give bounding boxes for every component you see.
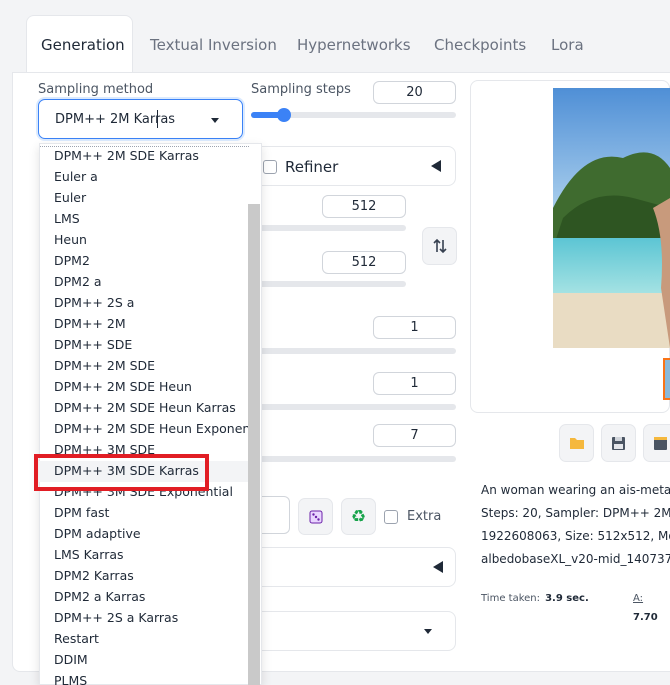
dropdown-option[interactable]: LMS (54, 211, 80, 226)
dropdown-option[interactable]: DPM2 a (54, 274, 102, 289)
generated-image[interactable] (553, 88, 670, 348)
batch-size-slider[interactable] (250, 404, 456, 410)
dropdown-option[interactable]: DPM adaptive (54, 526, 141, 541)
archive-box-icon (654, 436, 667, 450)
dropdown-option[interactable]: DPM++ 2S a Karras (54, 610, 178, 625)
vram-row: A: 7.70 (633, 586, 670, 624)
dropdown-option[interactable]: DPM++ 2M SDE Heun (54, 379, 192, 394)
sampling-method-label: Sampling method (38, 82, 154, 97)
dropdown-option[interactable]: LMS Karras (54, 547, 124, 562)
chevron-down-icon (424, 629, 432, 634)
tab-checkpoints[interactable]: Checkpoints (434, 36, 526, 54)
dropdown-option[interactable]: DPM++ 2M (54, 316, 126, 331)
output-model-text: albedobaseXL_v20-mid_140737- (481, 552, 670, 566)
tab-textual-inversion[interactable]: Textual Inversion (150, 36, 277, 54)
dropdown-options: DPM++ 2M SDE Karras Euler a Euler LMS Heun DP… (39, 143, 248, 685)
dice-icon (309, 510, 322, 523)
refiner-checkbox[interactable] (263, 160, 277, 174)
dropdown-option[interactable]: Euler a (54, 169, 98, 184)
random-seed-button[interactable] (298, 498, 333, 535)
tab-lora[interactable]: Lora (551, 36, 584, 54)
dropdown-option[interactable]: DPM++ 2S a (54, 295, 134, 310)
dropdown-option[interactable]: DPM++ 2M SDE Heun Karras (54, 400, 236, 415)
output-seed-text: 1922608063, Size: 512x512, Mode (481, 529, 670, 543)
batch-count-slider[interactable] (250, 348, 456, 354)
width-slider[interactable] (250, 225, 406, 231)
height-input[interactable]: 512 (322, 251, 406, 274)
save-button[interactable] (601, 424, 636, 462)
beach-photo-icon (553, 88, 670, 348)
time-taken-label: Time taken: (481, 593, 540, 604)
cfg-scale-slider[interactable] (250, 456, 456, 462)
dropdown-option[interactable]: Heun (54, 232, 87, 247)
output-prompt-text: An woman wearing an ais-metal (481, 483, 670, 497)
dropdown-option[interactable]: DPM++ 2M SDE (54, 358, 155, 373)
width-input[interactable]: 512 (322, 195, 406, 218)
time-taken-row: Time taken: 3.9 sec. (481, 586, 589, 605)
dropdown-option[interactable]: DPM fast (54, 505, 109, 520)
dropdown-option[interactable]: DPM++ SDE (54, 337, 132, 352)
dropdown-option[interactable]: DPM2 Karras (54, 568, 134, 583)
sampling-method-select[interactable]: DPM++ 2M Karras (38, 99, 243, 139)
height-slider[interactable] (250, 281, 406, 287)
dropdown-option[interactable]: PLMS (54, 673, 87, 685)
sampling-steps-input[interactable]: 20 (373, 81, 456, 104)
thumbnail[interactable] (663, 358, 670, 400)
sampling-steps-thumb[interactable] (277, 108, 291, 122)
recycle-icon: ♻ (350, 506, 367, 527)
floppy-disk-icon (612, 436, 625, 450)
script-select[interactable] (250, 611, 456, 651)
extra-label: Extra (407, 509, 442, 524)
dropdown-option[interactable]: DPM++ 2M SDE Karras (54, 148, 199, 163)
refiner-label: Refiner (285, 158, 339, 176)
dropdown-option[interactable]: DDIM (54, 652, 88, 667)
cfg-scale-input[interactable]: 7 (373, 424, 456, 447)
highlight-annotation-box (34, 454, 209, 491)
chevron-down-icon (211, 118, 219, 123)
open-folder-button[interactable] (559, 424, 594, 462)
dropdown-option[interactable]: Euler (54, 190, 86, 205)
dropdown-option[interactable]: DPM++ 2M SDE Heun Exponential (54, 421, 248, 436)
dropdown-scrollbar[interactable] (248, 204, 260, 685)
accordion-card[interactable] (250, 547, 456, 587)
refiner-accordion[interactable]: Refiner (250, 146, 456, 186)
collapse-arrow-icon (433, 561, 443, 573)
batch-count-input[interactable]: 1 (373, 316, 456, 339)
collapse-arrow-icon (431, 160, 441, 172)
dropdown-option[interactable]: DPM2 a Karras (54, 589, 145, 604)
time-taken-value: 3.9 sec. (545, 593, 589, 604)
dropdown-option[interactable]: Restart (54, 631, 99, 646)
reuse-seed-button[interactable]: ♻ (341, 498, 376, 535)
output-params-text: Steps: 20, Sampler: DPM++ 2M Ka (481, 506, 670, 520)
swap-vertical-arrows-icon (432, 238, 447, 254)
tab-bar: Generation Textual Inversion Hypernetwor… (0, 0, 670, 73)
text-cursor (157, 110, 158, 128)
zip-button[interactable] (643, 424, 670, 462)
tab-hypernetworks[interactable]: Hypernetworks (297, 36, 411, 54)
tab-generation[interactable]: Generation (41, 36, 125, 54)
sampling-steps-label: Sampling steps (251, 82, 351, 97)
batch-size-input[interactable]: 1 (373, 372, 456, 395)
swap-dimensions-button[interactable] (422, 227, 457, 265)
vram-label: A: (633, 593, 644, 604)
vram-value: 7.70 (633, 612, 658, 623)
dropdown-option[interactable]: DPM2 (54, 253, 90, 268)
extra-checkbox[interactable] (384, 510, 398, 524)
folder-icon (569, 438, 584, 449)
